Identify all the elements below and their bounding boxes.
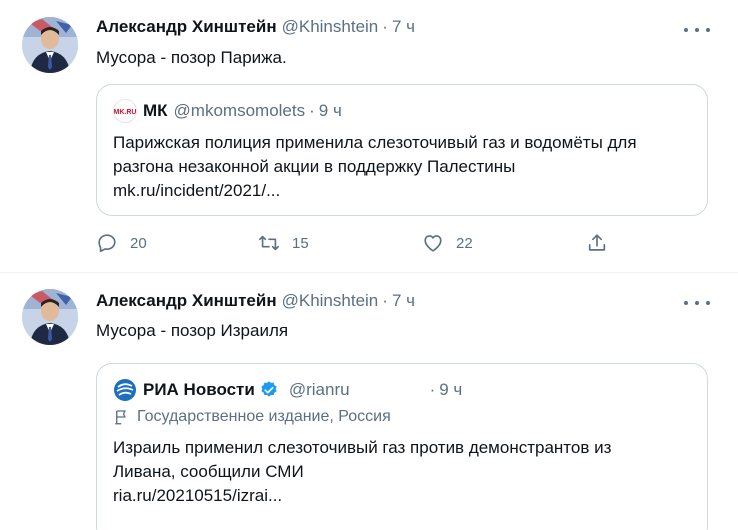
author-name[interactable]: Александр Хинштейн <box>96 291 277 311</box>
quoted-tweet-header: РИА Новости @rianru · 9 ч <box>113 378 693 402</box>
flag-icon <box>115 410 126 425</box>
tweet-text: Мусора - позор Израиля <box>96 321 289 340</box>
more-options-icon[interactable] <box>684 22 710 38</box>
state-media-label-text: Государственное издание, Россия <box>137 408 391 425</box>
quoted-tweet-header: MK.RU МК @mkomsomolets · 9 ч <box>113 99 342 123</box>
separator: · <box>382 291 388 310</box>
heart-icon <box>424 235 442 252</box>
tweet-actions: 20 15 22 <box>96 232 616 256</box>
author-handle[interactable]: @Khinshtein <box>282 17 379 37</box>
avatar-photo <box>22 17 78 73</box>
quoted-text-line: Ливана, сообщили СМИ <box>113 462 304 481</box>
quoted-text-line: Израиль применил слезоточивый газ против… <box>113 438 612 457</box>
quoted-time: 9 ч <box>318 101 342 120</box>
quoted-tweet[interactable]: MK.RU МК @mkomsomolets · 9 ч Парижская п… <box>96 84 708 216</box>
retweet-icon <box>259 235 279 251</box>
reply-count: 20 <box>130 234 147 252</box>
quoted-author-handle: @mkomsomolets <box>173 101 306 120</box>
reply-button[interactable]: 20 <box>96 232 147 254</box>
author-name[interactable]: Александр Хинштейн <box>96 17 277 37</box>
quoted-author-handle: @rianru <box>288 380 350 399</box>
ria-logo-icon <box>113 378 137 402</box>
verified-badge-icon <box>259 380 279 400</box>
reply-icon <box>98 234 116 253</box>
author-avatar[interactable] <box>22 289 78 345</box>
separator: · <box>382 17 388 36</box>
more-options-icon[interactable] <box>684 295 710 311</box>
separator: · <box>429 380 436 399</box>
avatar-photo <box>22 289 78 345</box>
retweet-count: 15 <box>292 234 309 252</box>
quoted-text-line: разгона незаконной акции в поддержку Пал… <box>113 157 516 176</box>
quoted-tweet-body: Парижская полиция применила слезоточивый… <box>113 131 691 203</box>
mk-logo-icon: MK.RU <box>113 99 137 123</box>
retweet-button[interactable]: 15 <box>258 232 309 254</box>
tweet-header: Александр Хинштейн @Khinshtein · 7 ч <box>96 291 415 311</box>
tweet-1[interactable]: Александр Хинштейн @Khinshtein · 7 ч Мус… <box>0 0 738 270</box>
quoted-time: 9 ч <box>439 380 463 399</box>
share-button[interactable] <box>586 232 620 254</box>
author-avatar[interactable] <box>22 17 78 73</box>
quoted-text-line: Парижская полиция применила слезоточивый… <box>113 133 637 152</box>
tweet-2[interactable]: Александр Хинштейн @Khinshtein · 7 ч Мус… <box>0 273 738 530</box>
state-media-label[interactable]: Государственное издание, Россия <box>113 408 391 426</box>
quoted-tweet-body: Израиль применил слезоточивый газ против… <box>113 436 691 508</box>
svg-text:MK.RU: MK.RU <box>114 109 136 116</box>
tweet-text: Мусора - позор Парижа. <box>96 48 287 67</box>
author-handle[interactable]: @Khinshtein <box>282 291 379 311</box>
tweet-time[interactable]: 7 ч <box>392 17 415 37</box>
quoted-author-name: МК <box>143 101 168 120</box>
quoted-link[interactable]: mk.ru/incident/2021/... <box>113 179 691 203</box>
like-count: 22 <box>456 234 473 252</box>
separator: · <box>309 101 315 120</box>
quoted-tweet[interactable]: РИА Новости @rianru · 9 ч Государственно… <box>96 363 708 530</box>
tweet-time[interactable]: 7 ч <box>392 291 415 311</box>
quoted-author-name: РИА Новости <box>143 380 255 399</box>
tweet-header: Александр Хинштейн @Khinshtein · 7 ч <box>96 17 415 37</box>
share-icon <box>588 234 606 251</box>
like-button[interactable]: 22 <box>422 232 473 254</box>
quoted-link[interactable]: ria.ru/20210515/izrai... <box>113 484 691 508</box>
